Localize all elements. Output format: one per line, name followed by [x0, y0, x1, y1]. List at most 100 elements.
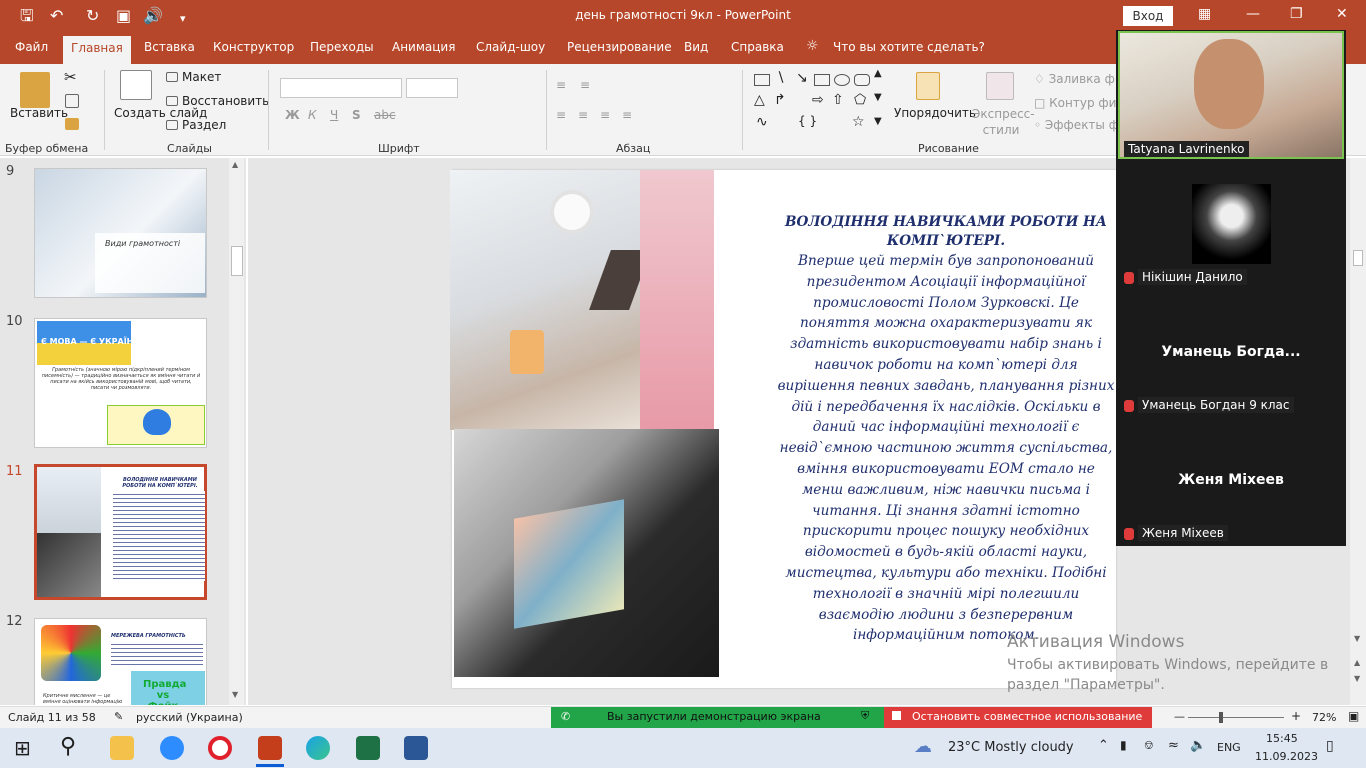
close-icon[interactable]: ✕: [1336, 6, 1348, 22]
triangle-shape-icon[interactable]: △: [754, 92, 765, 108]
language-label[interactable]: русский (Украина): [136, 711, 243, 724]
tab-view[interactable]: Вид: [684, 40, 708, 54]
spellcheck-icon[interactable]: ✎: [114, 710, 123, 723]
pentagon-shape-icon[interactable]: ⬠: [854, 92, 866, 108]
zoom-in-icon[interactable]: +: [1291, 709, 1301, 723]
paste-button[interactable]: Вставить: [10, 106, 68, 120]
gallery-more-icon[interactable]: ▼: [874, 116, 882, 127]
rectangle-shape-icon[interactable]: [814, 74, 830, 86]
weather-text[interactable]: 23°C Mostly cloudy: [948, 740, 1074, 755]
font-family-select[interactable]: [280, 78, 402, 98]
gallery-down-icon[interactable]: ▼: [874, 92, 882, 103]
connector-shape-icon[interactable]: ↱: [774, 92, 786, 108]
scroll-down-icon[interactable]: ▼: [232, 690, 238, 699]
thumbnail-slide-12[interactable]: МЕРЕЖЕВА ГРАМОТНІСТЬ Правда vs Фейк Крит…: [34, 618, 207, 705]
rounded-rect-shape-icon[interactable]: [854, 74, 870, 86]
textbox-shape-icon[interactable]: [754, 74, 770, 86]
strikethrough-icon[interactable]: abc: [374, 108, 396, 122]
star-shape-icon[interactable]: ☆: [852, 114, 865, 130]
volume-icon[interactable]: 🔈: [1190, 738, 1206, 753]
zoom-slider[interactable]: [1188, 717, 1284, 718]
windows-start-icon[interactable]: ⊞: [14, 736, 31, 760]
font-size-select[interactable]: [406, 78, 458, 98]
thumbnail-slide-11[interactable]: ВОЛОДІННЯ НАВИЧКАМИ РОБОТИ НА КОМП`ЮТЕРІ…: [34, 464, 207, 600]
bold-icon[interactable]: Ж: [285, 108, 300, 122]
notifications-icon[interactable]: ▯: [1326, 738, 1334, 754]
curve-shape-icon[interactable]: ∿: [756, 114, 768, 130]
fit-slide-icon[interactable]: ▣: [1348, 709, 1359, 723]
oval-shape-icon[interactable]: [834, 74, 850, 86]
word-icon[interactable]: [404, 736, 428, 760]
arrange-button[interactable]: Упорядочить: [894, 106, 976, 120]
mic-icon[interactable]: ⎊: [1144, 738, 1154, 753]
zoom-app-icon[interactable]: [160, 736, 184, 760]
search-icon[interactable]: ⚲: [60, 734, 76, 759]
prev-slide-icon[interactable]: ▲: [1354, 658, 1360, 667]
align-left-icon[interactable]: ≡: [556, 108, 566, 122]
participant-video[interactable]: [1118, 31, 1344, 159]
ribbon-display-icon[interactable]: ▦: [1198, 6, 1211, 22]
gallery-up-icon[interactable]: ▲: [874, 68, 882, 79]
cut-icon[interactable]: ✂: [64, 68, 77, 86]
italic-icon[interactable]: К: [308, 108, 317, 122]
arrow-shape-icon[interactable]: ↘: [796, 70, 808, 86]
tell-me-input[interactable]: Что вы хотите сделать?: [833, 40, 985, 54]
format-painter-icon[interactable]: [65, 118, 79, 130]
zoom-out-icon[interactable]: —: [1174, 710, 1185, 723]
right-arrow-shape-icon[interactable]: ⇨: [812, 92, 824, 108]
tray-chevron-icon[interactable]: ⌃: [1098, 738, 1109, 753]
shadow-icon[interactable]: S: [352, 108, 361, 122]
excel-icon[interactable]: [356, 736, 380, 760]
wifi-icon[interactable]: ≈: [1168, 738, 1179, 753]
tab-review[interactable]: Рецензирование: [567, 40, 672, 54]
new-slide-icon[interactable]: [120, 70, 152, 100]
up-arrow-shape-icon[interactable]: ⇧: [832, 92, 844, 108]
login-button[interactable]: Вход: [1123, 6, 1173, 26]
slide-text-box[interactable]: ВОЛОДІННЯ НАВИЧКАМИ РОБОТИ НА КОМП`ЮТЕРІ…: [777, 213, 1115, 646]
thumbnail-slide-10[interactable]: Є МОВА — Є УКРАЇНА! Грамотність (значною…: [34, 318, 207, 448]
tab-help[interactable]: Справка: [731, 40, 784, 54]
input-language[interactable]: ENG: [1217, 741, 1241, 754]
tab-home[interactable]: Главная: [63, 36, 131, 64]
canvas-scroll-thumb[interactable]: [1353, 250, 1363, 266]
canvas-scrollbar[interactable]: ▼ ▲ ▼: [1350, 158, 1366, 705]
scroll-up-icon[interactable]: ▲: [232, 160, 238, 169]
stop-sharing-button[interactable]: Остановить совместное использование: [884, 707, 1152, 728]
justify-icon[interactable]: ≡: [622, 108, 632, 122]
tab-file[interactable]: Файл: [15, 40, 48, 54]
paste-icon[interactable]: [20, 72, 50, 108]
restore-icon[interactable]: ❐: [1290, 6, 1303, 22]
numbering-icon[interactable]: ≡: [580, 78, 590, 92]
next-slide-icon[interactable]: ▼: [1354, 674, 1360, 683]
underline-icon[interactable]: Ч: [330, 108, 338, 122]
minimize-icon[interactable]: —: [1246, 6, 1260, 22]
line-shape-icon[interactable]: ∖: [776, 70, 785, 86]
align-center-icon[interactable]: ≡: [578, 108, 588, 122]
tab-animations[interactable]: Анимация: [392, 40, 455, 54]
brace-shape-icon[interactable]: { }: [798, 114, 817, 128]
quick-styles-button[interactable]: Экспресс-стили: [972, 106, 1035, 138]
bullets-icon[interactable]: ≡: [556, 78, 566, 92]
tab-insert[interactable]: Вставка: [144, 40, 195, 54]
tab-design[interactable]: Конструктор: [213, 40, 294, 54]
copy-icon[interactable]: [65, 94, 79, 108]
zoom-level[interactable]: 72%: [1312, 711, 1336, 724]
powerpoint-icon[interactable]: [258, 736, 282, 760]
scroll-down-icon[interactable]: ▼: [1354, 634, 1360, 643]
zoom-slider-thumb[interactable]: [1219, 712, 1223, 723]
section-button[interactable]: Раздел: [182, 118, 226, 132]
thumbnail-slide-9[interactable]: Види грамотності: [34, 168, 207, 298]
reset-button[interactable]: Восстановить: [182, 94, 269, 108]
battery-icon[interactable]: ▮: [1120, 738, 1127, 752]
align-right-icon[interactable]: ≡: [600, 108, 610, 122]
layout-button[interactable]: Макет: [182, 70, 221, 84]
file-explorer-icon[interactable]: [110, 736, 134, 760]
scroll-thumb[interactable]: [231, 246, 243, 276]
tab-transitions[interactable]: Переходы: [310, 40, 374, 54]
clock-date[interactable]: 11.09.2023: [1255, 750, 1318, 763]
opera-icon[interactable]: [208, 736, 232, 760]
clock-time[interactable]: 15:45: [1266, 732, 1298, 745]
tab-slideshow[interactable]: Слайд-шоу: [476, 40, 545, 54]
thumbnails-scrollbar[interactable]: ▲ ▼: [229, 158, 244, 705]
edge-icon[interactable]: [306, 736, 330, 760]
